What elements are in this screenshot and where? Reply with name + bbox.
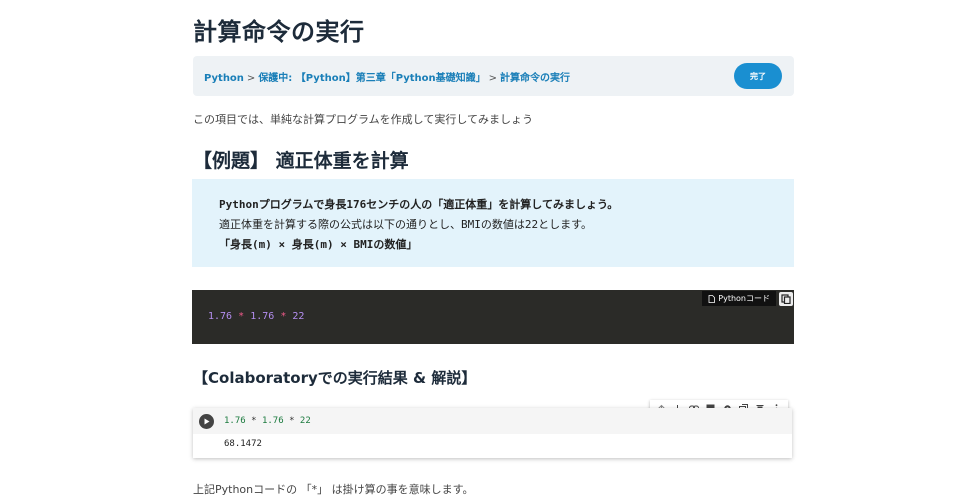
code-number: 1.76: [261, 416, 284, 426]
example-heading: 【例題】 適正体重を計算: [193, 150, 409, 172]
code-operator: *: [238, 311, 245, 322]
code-number: 1.76: [224, 416, 246, 426]
copy-icon: [781, 294, 791, 304]
breadcrumb-link-chapter[interactable]: 保護中: 【Python】第三章「Python基礎知識」: [258, 73, 485, 84]
code-operator: *: [280, 311, 287, 322]
result-heading: 【Colaboratoryでの実行結果 & 解説】: [193, 369, 477, 387]
breadcrumb-bar: Python > 保護中: 【Python】第三章「Python基礎知識」 > 計算命令…: [193, 56, 794, 96]
intro-text: この項目では、単純な計算プログラムを作成して実行してみましょう: [193, 113, 534, 126]
colab-code-line: 1.76 * 1.76 * 22: [224, 416, 311, 426]
code-number: 22: [292, 311, 305, 322]
code-number: 1.76: [250, 311, 275, 322]
colab-cell-input[interactable]: 1.76 * 1.76 * 22: [193, 408, 792, 434]
code-number: 22: [299, 416, 311, 426]
breadcrumb-link-python[interactable]: Python: [204, 73, 244, 84]
run-button[interactable]: [199, 414, 214, 429]
code-language-text: Pythonコード: [718, 294, 770, 303]
colab-cell: 1.76 * 1.76 * 22 68.1472: [193, 408, 792, 458]
code-operator: *: [289, 416, 295, 426]
explanation-text: 上記Pythonコードの 「*」 は掛け算の事を意味します。: [193, 483, 474, 496]
code-number: 1.76: [208, 311, 233, 322]
colab-cell-output: 68.1472: [224, 439, 262, 449]
code-operator: *: [251, 416, 257, 426]
breadcrumb: Python > 保護中: 【Python】第三章「Python基礎知識」 > 計算命令…: [204, 69, 570, 84]
code-line: 1.76 * 1.76 * 22: [208, 311, 304, 322]
code-block[interactable]: Pythonコード 1.76 * 1.76 * 22: [192, 290, 794, 344]
breadcrumb-current: 計算命令の実行: [500, 73, 571, 84]
example-line: 「身長(m) × 身長(m) × BMIの数値」: [219, 238, 418, 251]
breadcrumb-separator: >: [246, 73, 256, 84]
example-box: Pythonプログラムで身長176センチの人の「適正体重」を計算してみましょう。…: [192, 179, 794, 267]
complete-button[interactable]: 完了: [734, 63, 782, 89]
code-language-label: Pythonコード: [702, 291, 776, 306]
play-icon: [204, 418, 209, 425]
copy-button[interactable]: [779, 292, 793, 306]
page-title: 計算命令の実行: [193, 18, 365, 46]
example-line: Pythonプログラムで身長176センチの人の「適正体重」を計算してみましょう。: [219, 198, 619, 211]
file-icon: [708, 294, 716, 303]
example-line: 適正体重を計算する際の公式は以下の通りとし、BMIの数値は22とします。: [219, 218, 593, 231]
breadcrumb-separator: >: [488, 73, 498, 84]
